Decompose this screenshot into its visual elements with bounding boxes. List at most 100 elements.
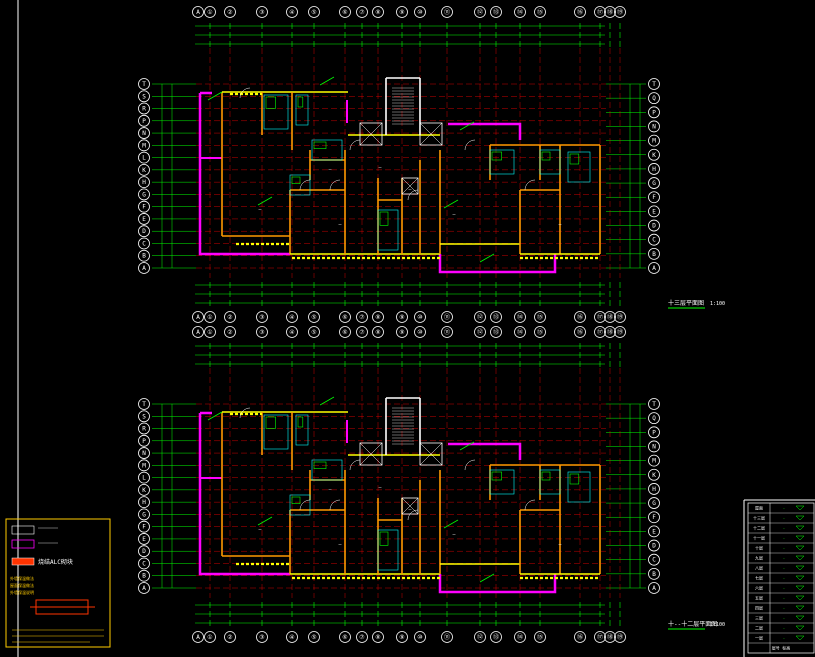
svg-text:Q: Q (652, 415, 656, 422)
plan-scale-lower: 1:100 (710, 622, 725, 628)
svg-text:④: ④ (289, 634, 294, 641)
svg-text:①: ① (207, 314, 212, 321)
elev-value-6: - (783, 566, 785, 571)
elev-floor-13: 一层 (755, 635, 763, 641)
svg-text:⑦: ⑦ (359, 329, 364, 336)
svg-text:③: ③ (259, 9, 264, 16)
svg-text:F: F (652, 194, 656, 201)
elev-value-5: - (783, 556, 785, 561)
svg-text:①: ① (207, 9, 212, 16)
svg-text:S: S (142, 93, 146, 100)
svg-text:P: P (652, 109, 656, 116)
svg-text:②: ② (227, 329, 232, 336)
elev-value-10: - (783, 606, 785, 611)
svg-text:A: A (196, 634, 200, 641)
svg-text:F: F (142, 524, 146, 531)
svg-text:⑬: ⑬ (493, 633, 499, 641)
elev-value-7: - (783, 576, 785, 581)
plan-title-lower: 十--十二层平面图 1:100 (668, 620, 725, 630)
legend-sample-label: 烧结ALC砌块 (38, 558, 73, 566)
svg-text:⑱: ⑱ (607, 313, 613, 321)
svg-text:C: C (652, 557, 656, 564)
svg-text:⑲: ⑲ (617, 328, 623, 336)
svg-text:⑩: ⑩ (417, 9, 422, 16)
svg-text:N: N (652, 123, 656, 130)
cad-drawing: ①①②②③③④④⑤⑤⑥⑥⑦⑦⑧⑧⑨⑨⑩⑩⑪⑪⑫⑫⑬⑬⑭⑭⑮⑮⑯⑯⑰⑰⑱⑱⑲⑲AA… (0, 0, 815, 657)
svg-text:H: H (652, 486, 656, 493)
svg-text:L: L (142, 155, 146, 162)
elev-value-11: - (783, 616, 785, 621)
svg-text:M: M (142, 462, 146, 469)
svg-text:⑨: ⑨ (399, 9, 404, 16)
svg-text:K: K (652, 472, 656, 479)
svg-text:⑤: ⑤ (311, 314, 316, 321)
svg-text:S: S (142, 413, 146, 420)
svg-text:D: D (652, 543, 656, 550)
svg-text:⑯: ⑯ (577, 328, 583, 336)
elev-value-1: - (783, 516, 785, 521)
svg-text:①: ① (207, 329, 212, 336)
svg-text:T: T (142, 401, 146, 408)
svg-text:⑮: ⑮ (537, 313, 543, 321)
svg-text:⑫: ⑫ (477, 633, 483, 641)
svg-text:D: D (142, 548, 146, 555)
elev-value-12: - (783, 626, 785, 631)
svg-text:⑭: ⑭ (517, 8, 523, 16)
svg-text:⑪: ⑪ (444, 633, 450, 641)
svg-text:G: G (652, 500, 656, 507)
svg-text:⑱: ⑱ (607, 328, 613, 336)
svg-text:③: ③ (259, 314, 264, 321)
svg-text:⑫: ⑫ (477, 328, 483, 336)
elev-floor-8: 六层 (755, 585, 763, 591)
svg-text:⑩: ⑩ (417, 634, 422, 641)
svg-text:⑰: ⑰ (597, 313, 603, 321)
svg-text:C: C (142, 560, 146, 567)
svg-text:A: A (142, 585, 146, 592)
elev-value-0: - (783, 506, 785, 511)
elev-table-footer: 层号 标高 (772, 645, 790, 651)
svg-text:N: N (652, 443, 656, 450)
svg-text:⑩: ⑩ (417, 329, 422, 336)
elev-floor-5: 九层 (755, 555, 763, 561)
svg-text:T: T (142, 81, 146, 88)
elev-floor-10: 四层 (755, 605, 763, 611)
elev-value-2: - (783, 526, 785, 531)
elev-floor-4: 十层 (755, 545, 763, 551)
svg-text:D: D (142, 228, 146, 235)
svg-text:⑱: ⑱ (607, 633, 613, 641)
drawing-background (0, 0, 815, 657)
svg-text:D: D (652, 223, 656, 230)
svg-text:⑫: ⑫ (477, 313, 483, 321)
svg-text:⑥: ⑥ (342, 314, 347, 321)
legend-note-1: 外墙保温做法 (10, 575, 34, 581)
svg-text:A: A (196, 329, 200, 336)
svg-text:G: G (652, 180, 656, 187)
svg-text:④: ④ (289, 314, 294, 321)
svg-text:P: P (652, 429, 656, 436)
svg-text:⑨: ⑨ (399, 634, 404, 641)
svg-text:C: C (652, 237, 656, 244)
svg-text:④: ④ (289, 9, 294, 16)
svg-text:⑰: ⑰ (597, 8, 603, 16)
svg-text:⑯: ⑯ (577, 313, 583, 321)
svg-text:F: F (652, 514, 656, 521)
legend-notes: 外墙保温做法 屋面保温做法 外墙保温说明 (10, 575, 34, 595)
svg-text:E: E (652, 528, 656, 535)
svg-text:K: K (142, 487, 146, 494)
svg-text:M: M (142, 142, 146, 149)
svg-text:B: B (142, 573, 146, 580)
svg-text:P: P (142, 118, 146, 125)
svg-text:⑲: ⑲ (617, 8, 623, 16)
svg-text:T: T (652, 81, 656, 88)
svg-text:⑧: ⑧ (375, 634, 380, 641)
svg-text:⑥: ⑥ (342, 329, 347, 336)
svg-text:A: A (652, 585, 656, 592)
svg-text:R: R (142, 106, 146, 113)
svg-text:⑭: ⑭ (517, 633, 523, 641)
svg-text:P: P (142, 438, 146, 445)
svg-text:④: ④ (289, 329, 294, 336)
svg-text:M: M (652, 138, 656, 145)
svg-text:⑥: ⑥ (342, 634, 347, 641)
svg-text:H: H (652, 166, 656, 173)
elev-floor-9: 五层 (755, 595, 763, 601)
